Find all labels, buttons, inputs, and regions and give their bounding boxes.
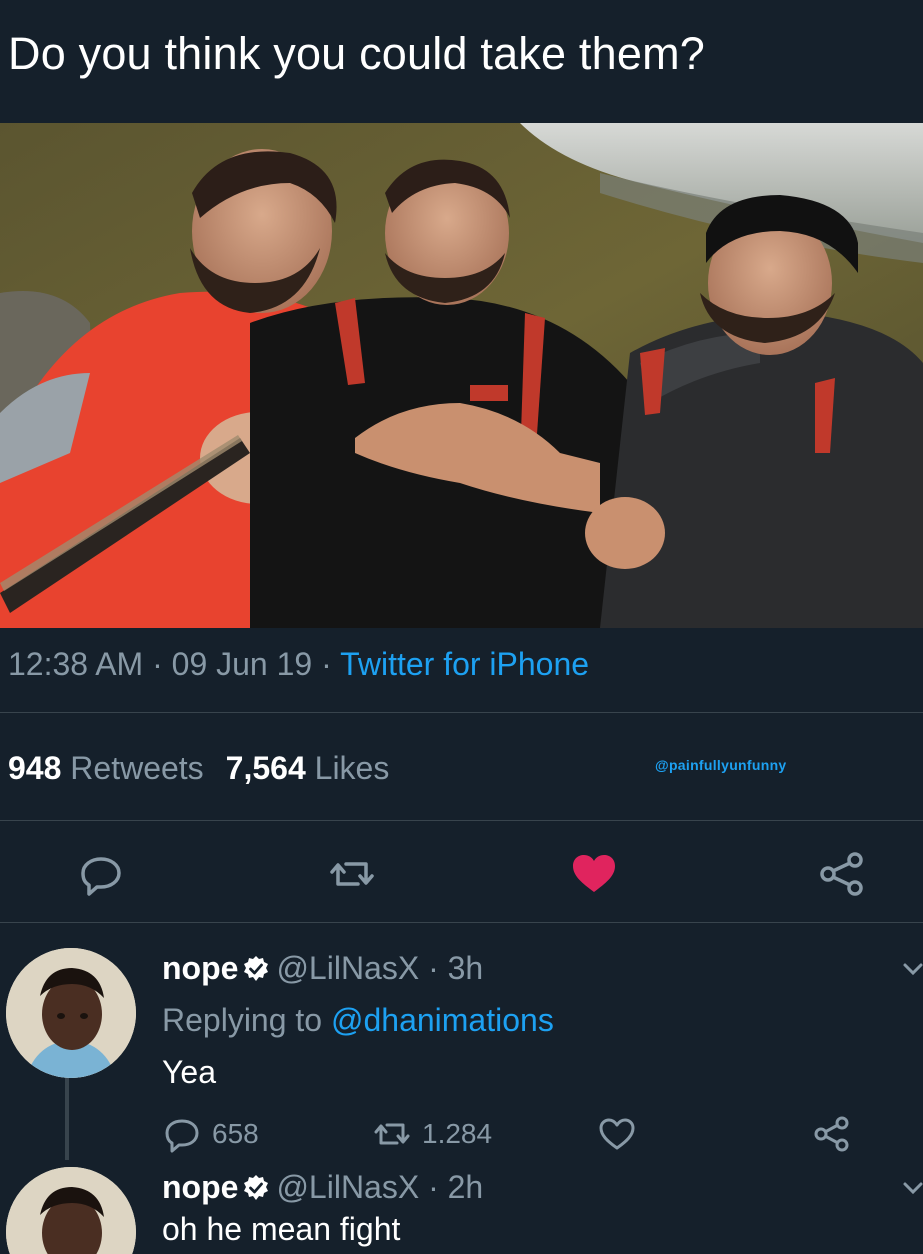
tweet-photo-image [0, 123, 923, 628]
reply-icon[interactable] [77, 850, 125, 898]
retweet-icon [374, 1123, 410, 1145]
share-icon [814, 1116, 849, 1152]
likes-count: 7,564 [225, 750, 306, 786]
divider [0, 922, 923, 923]
verified-badge-icon [242, 1171, 270, 1200]
reply-button[interactable]: 658 [162, 1114, 259, 1154]
tweet-photo[interactable] [0, 123, 923, 628]
user-handle[interactable]: @LilNasX [276, 950, 419, 986]
meta-separator: · [419, 950, 448, 986]
tweet-text: Do you think you could take them? [8, 28, 706, 79]
reply-time: 3h [447, 950, 484, 986]
reply-actions: 658 1.284 [162, 1114, 902, 1154]
divider [0, 712, 923, 713]
mention-link[interactable]: @dhanimations [331, 1002, 554, 1038]
meta-separator: · [143, 646, 172, 682]
share-button[interactable] [812, 1114, 862, 1154]
reply-tweet[interactable]: nope @LilNasX · 2h oh he mean fight [0, 1165, 923, 1254]
share-icon[interactable] [818, 850, 866, 898]
verified-badge-icon [242, 952, 270, 981]
divider [0, 820, 923, 821]
likes-stat[interactable]: 7,564 Likes [226, 750, 390, 786]
tweet-date: 09 Jun 19 [171, 646, 313, 682]
reply-time: 2h [447, 1169, 484, 1205]
retweets-stat[interactable]: 948 Retweets [8, 750, 204, 786]
watermark: @painfullyunfunny [655, 757, 787, 773]
reply-tweet[interactable]: nope @LilNasX · 3h Replying to @dhanimati… [0, 940, 923, 1170]
reply-text: Yea [162, 1054, 216, 1090]
chevron-down-icon[interactable] [902, 1177, 923, 1199]
tweet-screen: Do you think you could take them? 12:38 … [0, 0, 923, 1254]
replying-to: Replying to @dhanimations [162, 1000, 554, 1040]
meta-separator: · [312, 646, 341, 682]
retweet-button[interactable]: 1.284 [372, 1114, 492, 1154]
tweet-meta: 12:38 AM · 09 Jun 19 · Twitter for iPhon… [8, 644, 589, 684]
heart-outline-icon [599, 1118, 635, 1150]
tweet-source-link[interactable]: Twitter for iPhone [340, 646, 589, 682]
replying-prefix: Replying to [162, 1002, 331, 1038]
avatar[interactable] [6, 1167, 136, 1254]
user-handle[interactable]: @LilNasX [276, 1169, 419, 1205]
reply-header: nope @LilNasX · 2h [162, 1167, 483, 1207]
reply-icon [165, 1119, 199, 1153]
meta-separator: · [419, 1169, 448, 1205]
tweet-time: 12:38 AM [8, 646, 144, 682]
like-button[interactable] [597, 1114, 647, 1154]
retweet-icon[interactable] [328, 850, 376, 898]
display-name[interactable]: nope [162, 950, 238, 986]
tweet-stats: 948 Retweets 7,564 Likes [8, 748, 389, 788]
retweets-label: Retweets [70, 750, 204, 786]
thread-line [65, 1078, 69, 1160]
likes-label: Likes [314, 750, 390, 786]
like-icon[interactable] [570, 850, 618, 898]
tweet-actions [0, 838, 923, 908]
reply-text: oh he mean fight [162, 1211, 401, 1247]
avatar[interactable] [6, 948, 136, 1078]
retweet-count: 1.284 [422, 1118, 493, 1149]
reply-header: nope @LilNasX · 3h [162, 948, 483, 988]
retweets-count: 948 [8, 750, 62, 786]
chevron-down-icon[interactable] [902, 958, 923, 980]
reply-count: 658 [212, 1118, 259, 1149]
display-name[interactable]: nope [162, 1169, 238, 1205]
